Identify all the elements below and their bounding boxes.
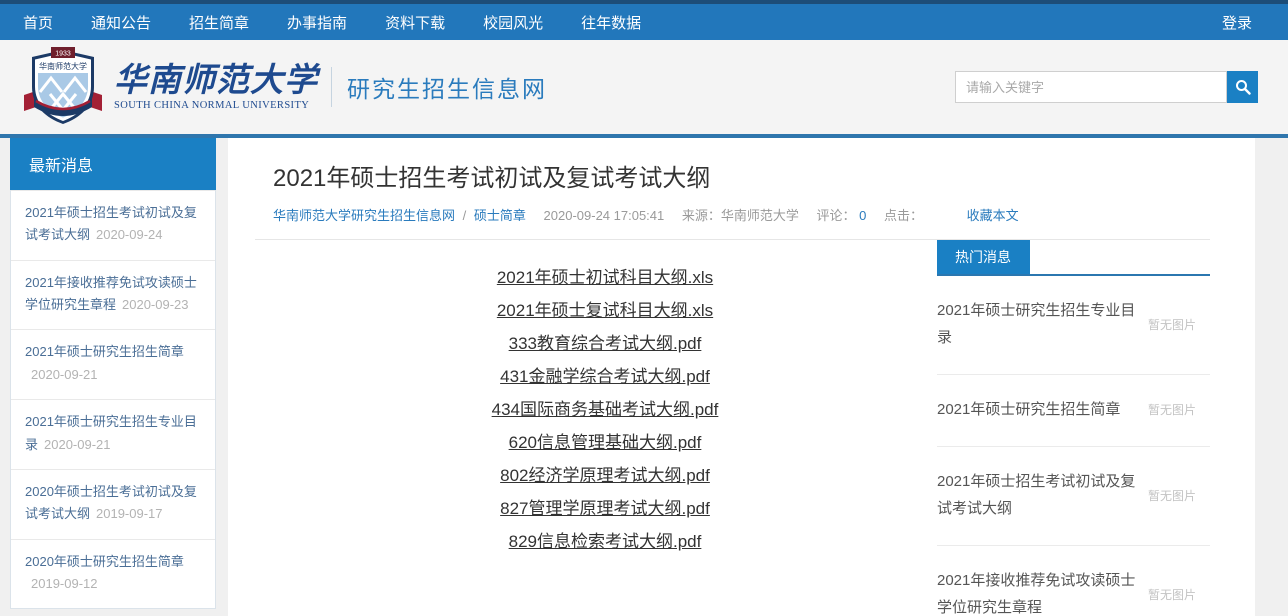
- latest-news-widget: 最新消息 2021年硕士招生考试初试及复试考试大纲2020-09-24 2021…: [10, 138, 216, 609]
- latest-item-date: 2020-09-21: [44, 437, 111, 452]
- list-item[interactable]: 2021年接收推荐免试攻读硕士学位研究生章程 暂无图片: [937, 546, 1210, 616]
- breadcrumb-separator: /: [463, 208, 467, 223]
- content-panel: 2021年硕士招生考试初试及复试考试大纲 华南师范大学研究生招生信息网 / 硕士…: [228, 138, 1255, 616]
- latest-item-date: 2019-09-17: [96, 506, 163, 521]
- top-navbar: 首页 通知公告 招生简章 办事指南 资料下载 校园风光 往年数据 登录: [0, 4, 1288, 40]
- publish-datetime: 2020-09-24 17:05:41: [544, 208, 665, 223]
- list-item[interactable]: 2020年硕士招生考试初试及复试考试大纲2019-09-17: [11, 469, 215, 539]
- article-body: 2021年硕士初试科目大纲.xls 2021年硕士复试科目大纲.xls 333教…: [228, 240, 1255, 616]
- list-item[interactable]: 2021年硕士招生考试初试及复试考试大纲2020-09-24: [11, 190, 215, 260]
- university-crest-logo[interactable]: 1933 华南师范大学: [20, 47, 106, 127]
- university-name-cn: 华南师范大学: [114, 63, 318, 98]
- breadcrumb-site-link[interactable]: 华南师范大学研究生招生信息网: [273, 208, 455, 223]
- no-image-placeholder: 暂无图片: [1148, 401, 1210, 418]
- clicks-label: 点击：: [884, 208, 923, 223]
- nav-item-admission-guide[interactable]: 招生简章: [176, 12, 262, 33]
- breadcrumb-category-link[interactable]: 硕士简章: [474, 208, 526, 223]
- attachment-link[interactable]: 2021年硕士复试科目大纲.xls: [497, 301, 713, 320]
- latest-item-date: 2020-09-24: [96, 227, 163, 242]
- list-item[interactable]: 2021年硕士招生考试初试及复试考试大纲 暂无图片: [937, 447, 1210, 546]
- attachment-link[interactable]: 434国际商务基础考试大纲.pdf: [492, 400, 719, 419]
- page-title: 2021年硕士招生考试初试及复试考试大纲: [273, 158, 1210, 193]
- logo-text-block: 华南师范大学 SOUTH CHINA NORMAL UNIVERSITY: [114, 63, 318, 111]
- article-header: 2021年硕士招生考试初试及复试考试大纲 华南师范大学研究生招生信息网 / 硕士…: [228, 138, 1255, 240]
- no-image-placeholder: 暂无图片: [1148, 487, 1210, 504]
- latest-news-header: 最新消息: [10, 138, 216, 190]
- latest-item-title: 2021年硕士研究生招生简章: [25, 344, 184, 359]
- hot-item-title: 2021年接收推荐免试攻读硕士学位研究生章程: [937, 567, 1148, 616]
- site-name: 研究生招生信息网: [347, 70, 547, 104]
- no-image-placeholder: 暂无图片: [1148, 586, 1210, 603]
- attachment-link[interactable]: 431金融学综合考试大纲.pdf: [500, 367, 710, 386]
- list-item[interactable]: 2021年硕士研究生招生专业目录2020-09-21: [11, 399, 215, 469]
- list-item[interactable]: 2021年硕士研究生招生专业目录 暂无图片: [937, 276, 1210, 375]
- login-link[interactable]: 登录: [1222, 12, 1278, 33]
- latest-item-date: 2019-09-12: [31, 576, 98, 591]
- list-item[interactable]: 2021年硕士研究生招生简章 2020-09-21: [11, 329, 215, 399]
- no-image-placeholder: 暂无图片: [1148, 316, 1210, 333]
- hot-item-title: 2021年硕士招生考试初试及复试考试大纲: [937, 468, 1148, 522]
- latest-item-title: 2020年硕士研究生招生简章: [25, 554, 184, 569]
- attachment-link[interactable]: 802经济学原理考试大纲.pdf: [500, 466, 710, 485]
- hot-news-tab-row: 热门消息: [937, 240, 1210, 276]
- nav-item-procedures[interactable]: 办事指南: [274, 12, 360, 33]
- page: 首页 通知公告 招生简章 办事指南 资料下载 校园风光 往年数据 登录 1933…: [0, 0, 1288, 616]
- svg-text:华南师范大学: 华南师范大学: [39, 61, 87, 71]
- attachment-link[interactable]: 620信息管理基础大纲.pdf: [509, 433, 702, 452]
- attachment-link[interactable]: 333教育综合考试大纲.pdf: [509, 334, 702, 353]
- search-input[interactable]: [955, 71, 1227, 103]
- main-region: 2021年硕士招生考试初试及复试考试大纲 华南师范大学研究生招生信息网 / 硕士…: [0, 138, 1288, 616]
- nav-item-campus[interactable]: 校园风光: [470, 12, 556, 33]
- hot-item-title: 2021年硕士研究生招生简章: [937, 396, 1148, 423]
- header-divider: [331, 67, 332, 107]
- hot-item-title: 2021年硕士研究生招生专业目录: [937, 297, 1148, 351]
- search-bar: [955, 71, 1258, 103]
- nav-item-past-data[interactable]: 往年数据: [568, 12, 654, 33]
- university-name-en: SOUTH CHINA NORMAL UNIVERSITY: [114, 100, 318, 111]
- article-source: 来源：华南师范大学: [682, 208, 799, 223]
- svg-text:1933: 1933: [55, 51, 71, 58]
- search-button[interactable]: [1227, 71, 1258, 103]
- hot-news-tab[interactable]: 热门消息: [937, 240, 1030, 274]
- list-item[interactable]: 2021年接收推荐免试攻读硕士学位研究生章程2020-09-23: [11, 260, 215, 330]
- list-item[interactable]: 2021年硕士研究生招生简章 暂无图片: [937, 375, 1210, 447]
- latest-item-date: 2020-09-23: [122, 297, 189, 312]
- attachment-link[interactable]: 2021年硕士初试科目大纲.xls: [497, 268, 713, 287]
- article-meta: 华南师范大学研究生招生信息网 / 硕士简章 2020-09-24 17:05:4…: [273, 205, 1210, 224]
- attachment-link[interactable]: 827管理学原理考试大纲.pdf: [500, 499, 710, 518]
- list-item[interactable]: 2020年硕士研究生招生简章 2019-09-12: [11, 539, 215, 609]
- favorite-link[interactable]: 收藏本文: [967, 208, 1019, 223]
- attachment-list: 2021年硕士初试科目大纲.xls 2021年硕士复试科目大纲.xls 333教…: [273, 240, 937, 616]
- comments-label: 评论：: [817, 208, 856, 223]
- search-icon: [1235, 79, 1251, 95]
- hot-news-widget: 热门消息 2021年硕士研究生招生专业目录 暂无图片 2021年硕士研究生招生简…: [937, 240, 1210, 616]
- comments-count: 0: [859, 208, 866, 223]
- attachment-link[interactable]: 829信息检索考试大纲.pdf: [509, 532, 702, 551]
- nav-item-notices[interactable]: 通知公告: [78, 12, 164, 33]
- nav-item-downloads[interactable]: 资料下载: [372, 12, 458, 33]
- site-header: 1933 华南师范大学 华南师范大学 SOUTH CHINA NORMAL UN…: [0, 40, 1288, 134]
- latest-item-date: 2020-09-21: [31, 367, 98, 382]
- nav-item-home[interactable]: 首页: [10, 12, 66, 33]
